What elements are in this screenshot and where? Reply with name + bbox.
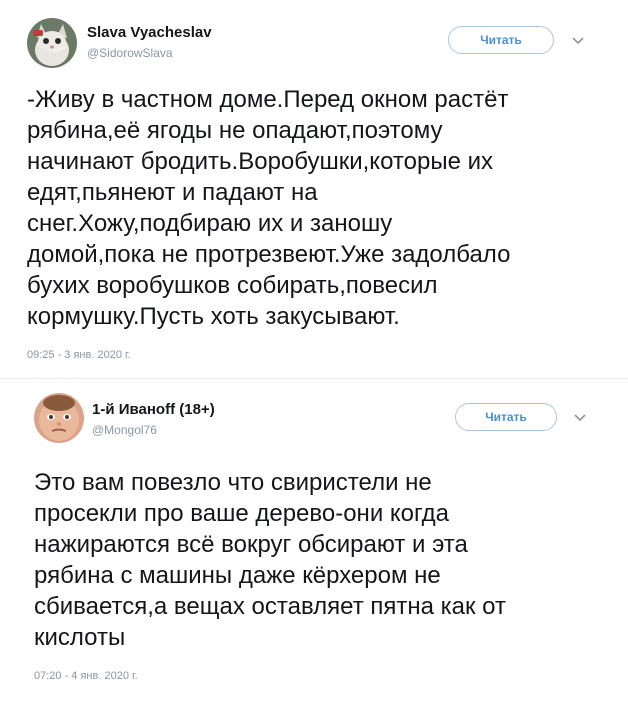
cat-avatar-icon [27, 18, 77, 68]
tweet: Slava Vyacheslav @SidorowSlava Читать -Ж… [0, 0, 628, 378]
baby-avatar-icon [34, 393, 84, 443]
follow-button[interactable]: Читать [455, 403, 557, 431]
tweet-text: Это вам повезло что свиристели не просек… [34, 469, 506, 651]
tweet-timestamp[interactable]: 07:20 - 4 янв. 2020 г. [34, 670, 138, 682]
avatar-baby[interactable] [34, 393, 84, 443]
chevron-down-icon[interactable] [570, 33, 586, 49]
author-name[interactable]: Slava Vyacheslav [87, 24, 212, 41]
tweet-timestamp[interactable]: 09:25 - 3 янв. 2020 г. [27, 349, 131, 361]
author-handle[interactable]: @Mongol76 [92, 423, 157, 437]
follow-button[interactable]: Читать [448, 26, 554, 54]
tweet-text: -Живу в частном доме.Перед окном растёт … [27, 86, 511, 330]
author-handle[interactable]: @SidorowSlava [87, 46, 173, 60]
tweet: 1-й Иванoff (18+) @Mongol76 Читать Это в… [0, 379, 628, 709]
chevron-down-icon[interactable] [572, 410, 588, 426]
author-name[interactable]: 1-й Иванoff (18+) [92, 401, 215, 418]
avatar-cat[interactable] [27, 18, 77, 68]
